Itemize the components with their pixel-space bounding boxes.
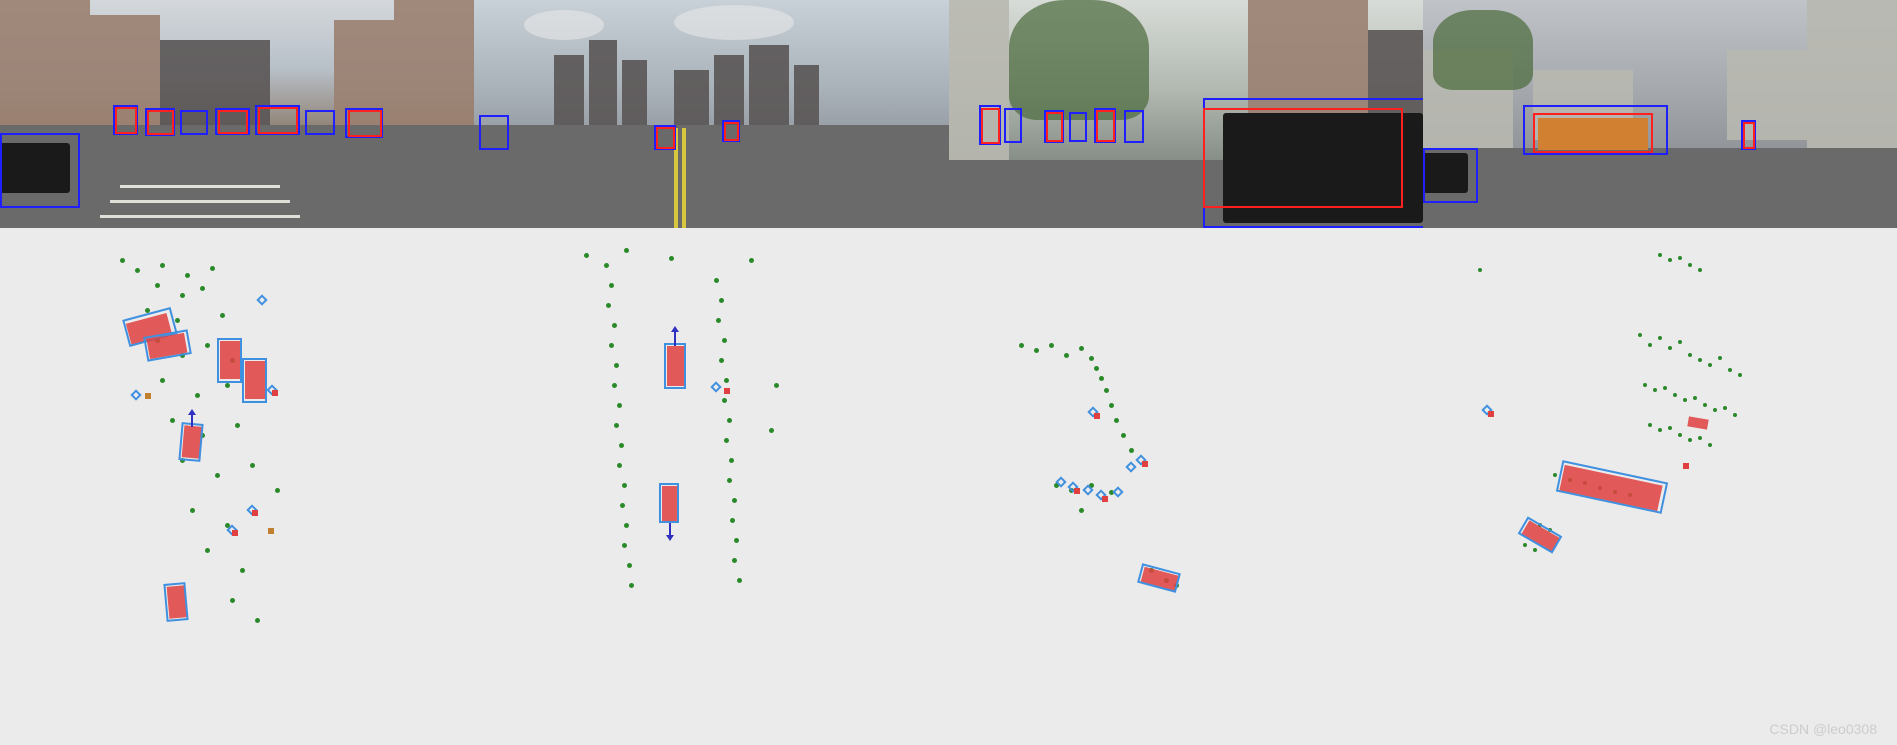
bev-pedestrian-marker	[1112, 486, 1123, 497]
detection-bbox	[258, 107, 298, 134]
detection-bbox	[147, 110, 174, 135]
detection-bbox	[1124, 110, 1144, 143]
detection-bbox	[1069, 112, 1087, 142]
bev-vehicle-pred	[1687, 416, 1708, 429]
detection-bbox	[218, 110, 248, 134]
detection-bbox	[115, 107, 137, 134]
bev-pedestrian-marker	[711, 381, 722, 392]
bev-vehicle-gt	[163, 582, 188, 622]
bev-map-scene2	[474, 228, 948, 745]
detection-bbox	[656, 127, 675, 149]
detection-bbox	[1423, 148, 1478, 203]
camera-view-scene3	[949, 0, 1423, 228]
bev-pedestrian-marker	[256, 294, 267, 305]
detection-bbox	[1004, 108, 1022, 143]
detection-bbox	[1533, 113, 1653, 153]
detection-bbox	[348, 110, 382, 137]
bev-vehicle-gt	[1517, 516, 1562, 553]
bev-map-scene3	[949, 228, 1423, 745]
detection-bbox	[479, 115, 509, 150]
detection-bbox	[0, 133, 80, 208]
bev-map-scene1	[0, 228, 474, 745]
camera-view-scene4	[1423, 0, 1897, 228]
bev-vehicle-gt	[178, 422, 203, 462]
bev-vehicle-gt	[659, 483, 679, 523]
detection-bbox	[305, 110, 335, 135]
detection-bbox	[1046, 112, 1063, 142]
detection-bbox	[724, 122, 739, 141]
camera-view-scene2	[474, 0, 948, 228]
bev-vehicle-gt	[1137, 563, 1181, 593]
detection-bbox	[180, 110, 208, 135]
detection-bbox	[1203, 108, 1403, 208]
bev-vehicle-gt	[217, 338, 242, 383]
bev-vehicle-gt	[242, 358, 267, 403]
bev-vehicle-gt	[1556, 460, 1668, 514]
camera-view-scene1	[0, 0, 474, 228]
watermark-text: CSDN @leo0308	[1769, 721, 1877, 737]
bev-pedestrian-marker	[130, 389, 141, 400]
visualization-grid	[0, 0, 1897, 745]
detection-bbox	[981, 108, 1000, 144]
bev-pedestrian-marker	[1125, 461, 1136, 472]
detection-bbox	[1743, 122, 1755, 149]
bev-map-scene4	[1423, 228, 1897, 745]
detection-bbox	[1096, 110, 1115, 142]
bev-vehicle-gt	[664, 343, 686, 389]
